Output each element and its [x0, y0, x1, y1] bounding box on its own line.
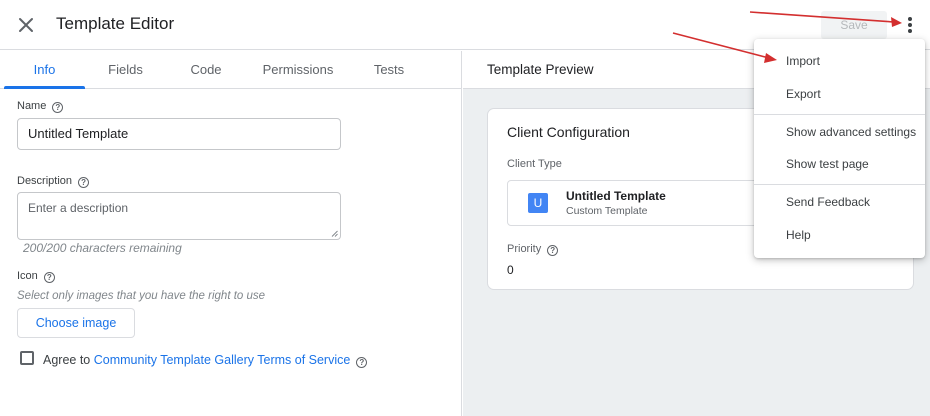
- card-title: Client Configuration: [507, 124, 630, 140]
- tab-permissions[interactable]: Permissions: [252, 51, 344, 89]
- chars-remaining-hint: 200/200 characters remaining: [23, 241, 182, 255]
- agree-terms-checkbox[interactable]: [20, 351, 34, 365]
- menu-item-export[interactable]: Export: [754, 79, 925, 109]
- menu-divider: [754, 114, 925, 115]
- tab-info[interactable]: Info: [4, 51, 85, 89]
- menu-item-send-feedback[interactable]: Send Feedback: [754, 187, 925, 217]
- template-type-icon: U: [528, 193, 548, 213]
- menu-divider: [754, 184, 925, 185]
- help-icon[interactable]: ?: [43, 272, 55, 283]
- preview-title: Template Preview: [487, 62, 594, 77]
- tab-fields[interactable]: Fields: [88, 51, 163, 89]
- save-button[interactable]: Save: [821, 11, 887, 39]
- help-icon[interactable]: ?: [547, 245, 559, 256]
- name-input[interactable]: Untitled Template: [17, 118, 341, 150]
- close-button[interactable]: [14, 13, 38, 37]
- more-options-menu: Import Export Show advanced settings Sho…: [754, 39, 925, 258]
- priority-label-text: Priority: [507, 243, 542, 255]
- icon-hint: Select only images that you have the rig…: [17, 290, 266, 302]
- tab-bar: Info Fields Code Permissions Tests: [0, 51, 462, 89]
- menu-item-import[interactable]: Import: [754, 46, 925, 76]
- name-label: Name?: [17, 100, 64, 113]
- priority-value: 0: [507, 263, 514, 277]
- close-icon: [19, 18, 33, 32]
- description-label-text: Description: [17, 175, 73, 187]
- description-label: Description?: [17, 175, 90, 188]
- template-type-subtitle: Custom Template: [566, 205, 648, 217]
- agree-prefix: Agree to: [43, 353, 91, 367]
- description-placeholder: Enter a description: [28, 201, 129, 215]
- client-type-label: Client Type: [507, 158, 562, 170]
- menu-item-show-test-page[interactable]: Show test page: [754, 149, 925, 179]
- menu-item-help[interactable]: Help: [754, 220, 925, 250]
- agree-terms-label: Agree to Community Template Gallery Term…: [43, 353, 368, 368]
- choose-image-button[interactable]: Choose image: [17, 308, 135, 338]
- priority-label: Priority?: [507, 243, 559, 256]
- name-label-text: Name: [17, 100, 47, 112]
- more-vert-icon: [908, 17, 912, 33]
- help-icon[interactable]: ?: [78, 177, 90, 188]
- page-title: Template Editor: [56, 14, 175, 33]
- help-icon[interactable]: ?: [52, 102, 64, 113]
- editor-panel: Info Fields Code Permissions Tests Name?…: [0, 51, 462, 416]
- tab-code[interactable]: Code: [170, 51, 242, 89]
- more-options-button[interactable]: [898, 12, 922, 38]
- icon-label: Icon?: [17, 270, 55, 283]
- active-tab-indicator: [4, 86, 85, 89]
- menu-item-show-advanced-settings[interactable]: Show advanced settings: [754, 117, 925, 147]
- terms-of-service-link[interactable]: Community Template Gallery Terms of Serv…: [94, 353, 351, 367]
- template-type-name: Untitled Template: [566, 189, 666, 203]
- tab-tests[interactable]: Tests: [354, 51, 424, 89]
- resize-grip-icon[interactable]: [331, 230, 338, 237]
- icon-label-text: Icon: [17, 270, 38, 282]
- client-type-selector[interactable]: U Untitled Template Custom Template: [507, 180, 767, 226]
- help-icon[interactable]: ?: [356, 357, 368, 368]
- description-textarea[interactable]: Enter a description: [17, 192, 341, 240]
